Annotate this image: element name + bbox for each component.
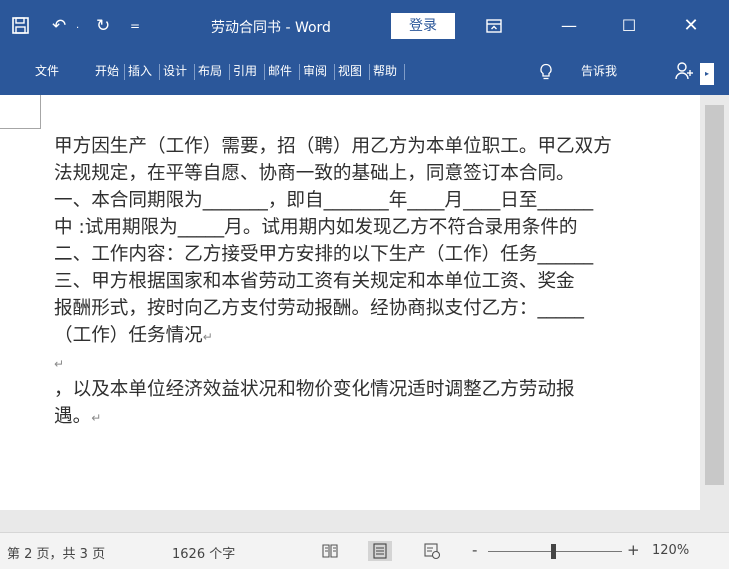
tab-layout[interactable]: 布局 [198,62,222,79]
read-mode-icon[interactable] [318,541,342,561]
vertical-scrollbar-thumb[interactable] [705,105,724,485]
redo-icon[interactable]: ↻ [96,18,110,35]
horizontal-scroll-area [0,510,729,532]
document-line: 一、本合同期限为_______，即自_______年____月____日至___… [54,190,594,211]
document-line-text: 遇。 [54,406,92,427]
tab-separator [404,64,405,80]
page-info[interactable]: 第 2 页，共 3 页 [7,543,105,562]
tab-help[interactable]: 帮助 [373,62,397,79]
web-layout-icon[interactable] [420,541,444,561]
tab-file[interactable]: 文件 [35,62,59,79]
lightbulb-icon[interactable] [538,63,554,81]
ribbon-scroll-right-button[interactable]: ▸ [700,63,714,85]
document-line: （工作）任务情况↵ [54,322,700,349]
vertical-scrollbar[interactable] [700,95,729,510]
document-line: 法规规定，在平等自愿、协商一致的基础上，同意签订本合同。 [54,163,575,184]
document-line-text: （工作）任务情况 [54,325,203,346]
tab-home[interactable]: 开始 [95,62,119,79]
status-bar: 第 2 页，共 3 页 1626 个字 - + 120% [0,532,729,569]
tab-separator [159,64,160,80]
zoom-level[interactable]: 120% [652,543,689,558]
tab-separator [299,64,300,80]
document-title: 劳动合同书 - Word [211,20,331,36]
tell-me-search[interactable]: 告诉我 [581,62,617,79]
title-bar: ↶ · ↻ = 劳动合同书 - Word 登录 — ☐ ✕ [0,0,729,52]
tab-mailings[interactable]: 邮件 [268,62,292,79]
print-layout-icon[interactable] [368,541,392,561]
tab-view[interactable]: 视图 [338,62,362,79]
tab-review[interactable]: 审阅 [303,62,327,79]
paragraph-mark: ↵ [202,330,213,344]
minimize-icon[interactable]: — [554,14,584,38]
tab-separator [194,64,195,80]
document-line: 遇。↵ [54,403,700,430]
share-icon[interactable] [675,61,693,81]
document-line: ，以及本单位经济效益状况和物价变化情况适时调整乙方劳动报 [54,379,575,400]
document-line: 三、甲方根据国家和本省劳动工资有关规定和本单位工资、奖金 [54,271,575,292]
zoom-in-button[interactable]: + [627,541,640,559]
customize-qat-icon[interactable]: = [130,18,140,35]
document-body[interactable]: 甲方因生产（工作）需要，招（聘）用乙方为本单位职工。甲乙双方 法规规定，在平等自… [54,133,700,430]
login-button[interactable]: 登录 [391,13,455,39]
margin-corner-mark [0,128,40,129]
document-line: 报酬形式，按时向乙方支付劳动报酬。经协商拟支付乙方：_____ [54,298,584,319]
tab-insert[interactable]: 插入 [128,62,152,79]
zoom-out-button[interactable]: - [472,541,477,559]
tab-design[interactable]: 设计 [163,62,187,79]
tab-separator [229,64,230,80]
margin-corner-mark [40,95,41,129]
undo-icon[interactable]: ↶ [52,18,66,35]
document-line: 甲方因生产（工作）需要，招（聘）用乙方为本单位职工。甲乙双方 [54,136,612,157]
tab-separator [369,64,370,80]
save-icon[interactable] [12,17,29,34]
close-icon[interactable]: ✕ [676,14,706,38]
tab-separator [264,64,265,80]
document-line: 中 :试用期限为_____月。试用期内如发现乙方不符合录用条件的 [54,217,578,238]
paragraph-mark: ↵ [91,411,102,425]
ribbon-tabs: 文件 开始 插入 设计 布局 引用 邮件 审阅 视图 帮助 告诉我 ▸ [0,52,729,95]
zoom-slider-thumb[interactable] [551,544,556,559]
document-line: 二、工作内容：乙方接受甲方安排的以下生产（工作）任务______ [54,244,594,265]
tab-references[interactable]: 引用 [233,62,257,79]
ribbon-display-options-icon[interactable] [486,18,502,34]
maximize-icon[interactable]: ☐ [614,14,644,38]
tab-separator [334,64,335,80]
empty-paragraph: ↵ [54,357,65,371]
undo-dropdown-icon[interactable]: · [76,20,79,37]
document-area[interactable]: 甲方因生产（工作）需要，招（聘）用乙方为本单位职工。甲乙双方 法规规定，在平等自… [0,95,729,510]
tab-separator [124,64,125,80]
word-count[interactable]: 1626 个字 [172,543,235,562]
